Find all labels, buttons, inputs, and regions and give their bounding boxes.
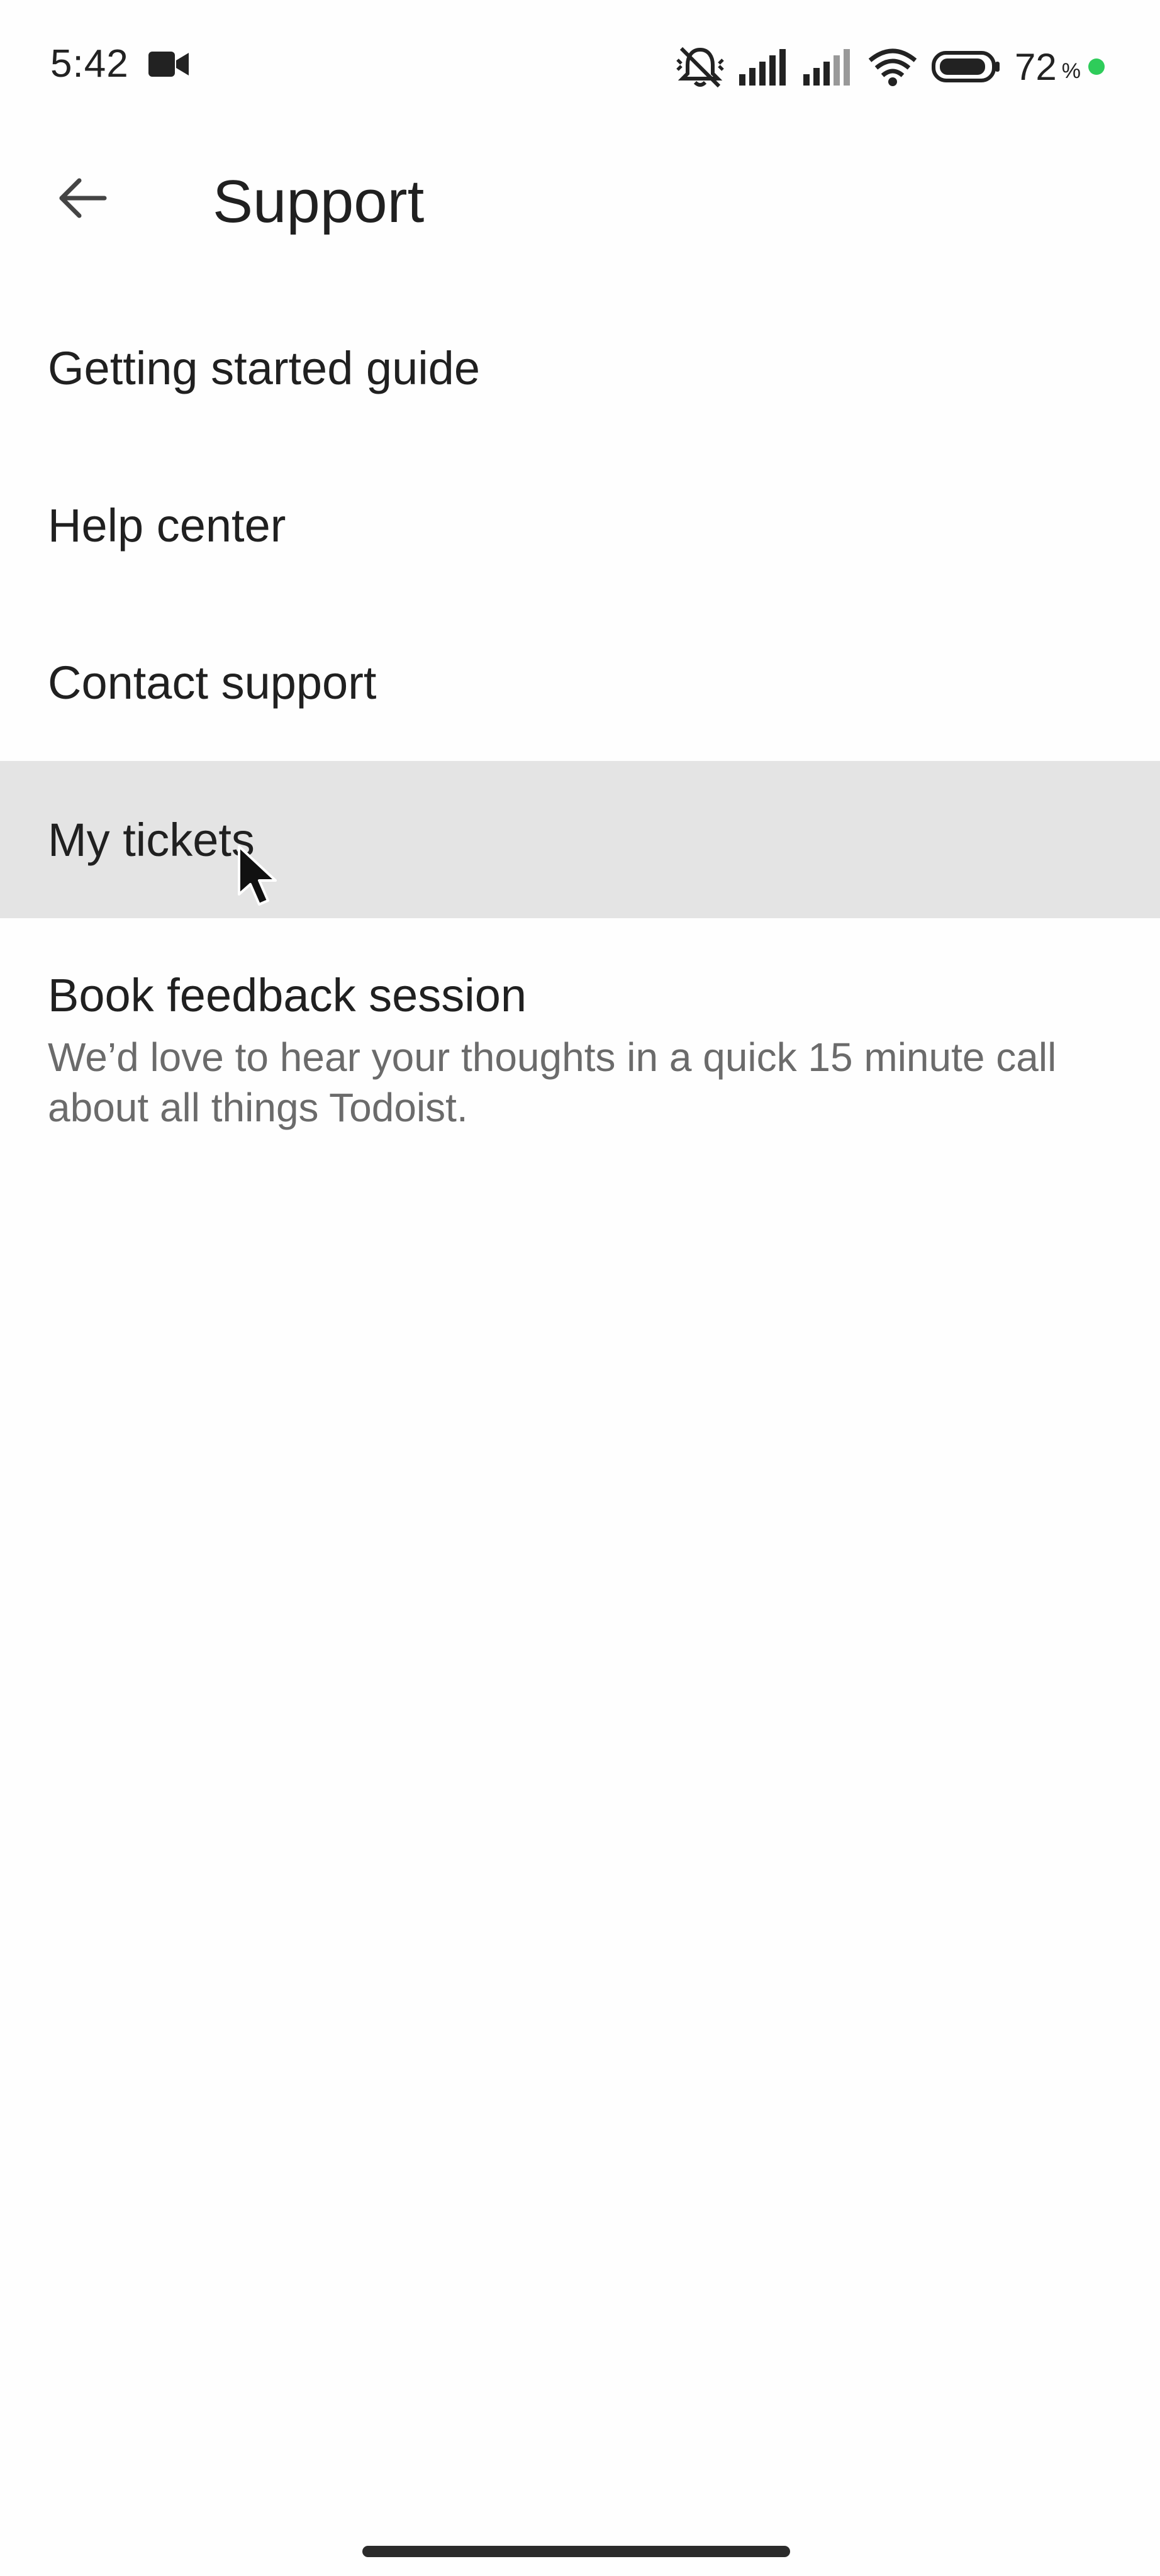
home-indicator[interactable]	[362, 2546, 790, 2557]
status-time: 5:42	[50, 42, 129, 86]
silent-mode-icon	[675, 45, 725, 89]
menu-item-getting-started-guide[interactable]: Getting started guide	[0, 289, 1160, 447]
menu-item-help-center[interactable]: Help center	[0, 447, 1160, 604]
menu-item-label: My tickets	[48, 813, 255, 866]
status-icons: 72 %	[675, 42, 1105, 92]
signal-icon	[739, 48, 789, 86]
video-camera-icon	[148, 49, 189, 79]
menu-item-my-tickets[interactable]: My tickets	[0, 761, 1160, 918]
menu-item-book-feedback-session[interactable]: Book feedback session We’d love to hear …	[0, 918, 1160, 1132]
back-button[interactable]	[38, 157, 126, 239]
charging-dot-icon	[1088, 58, 1105, 75]
wifi-icon	[867, 47, 918, 87]
battery-level: 72	[1015, 45, 1057, 88]
status-bar: 5:42 72 %	[0, 0, 1160, 132]
mouse-cursor-icon	[237, 845, 281, 908]
menu-item-label: Contact support	[48, 656, 377, 709]
menu-item-contact-support[interactable]: Contact support	[0, 604, 1160, 761]
menu-item-description: We’d love to hear your thoughts in a qui…	[48, 1035, 1057, 1130]
signal-icon	[803, 48, 854, 86]
support-menu-list: Getting started guide Help center Contac…	[0, 289, 1160, 1132]
menu-item-label: Book feedback session	[48, 969, 527, 1021]
menu-item-label: Getting started guide	[48, 341, 480, 394]
top-app-bar: Support	[0, 145, 1160, 252]
arrow-left-icon	[59, 178, 107, 218]
battery-icon	[932, 49, 1001, 84]
battery-unit: %	[1061, 58, 1081, 83]
menu-item-label: Help center	[48, 499, 286, 552]
support-screen: 5:42 72 % Support Getting started guide …	[0, 0, 1160, 2576]
page-title: Support	[213, 168, 425, 235]
